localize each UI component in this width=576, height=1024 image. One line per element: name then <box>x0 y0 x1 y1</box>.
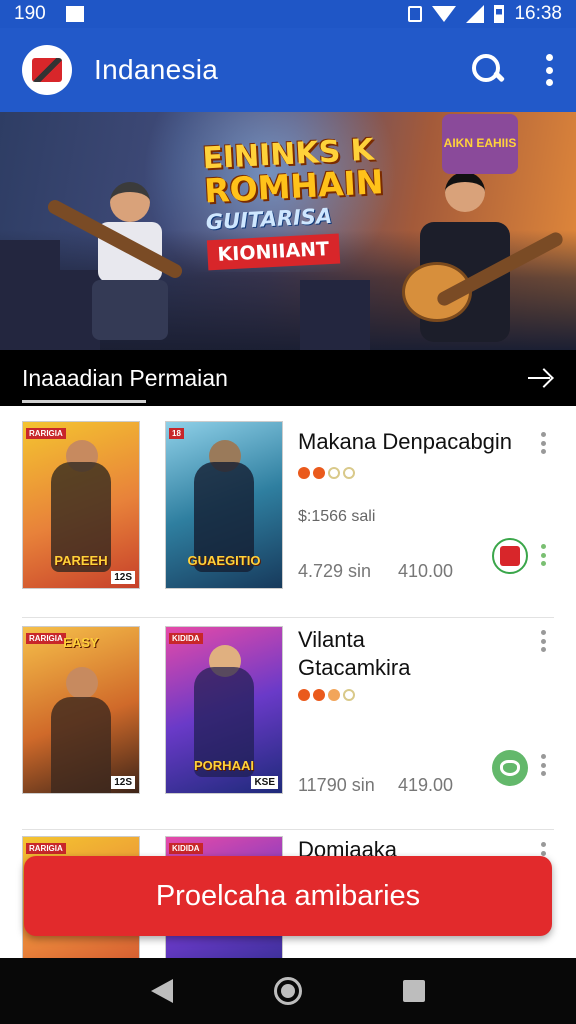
item-title[interactable]: Vilanta <box>298 626 365 654</box>
primary-action-button[interactable]: Proelcaha amibaries <box>24 856 552 936</box>
cover-tag: 18 <box>169 428 184 439</box>
more-vert-icon[interactable] <box>544 54 554 86</box>
section-header: Inaaadian Permaian <box>0 350 576 406</box>
arrow-right-icon[interactable] <box>528 367 554 389</box>
cover-tag: KIDIDA <box>169 843 203 854</box>
item-downloads: 410.00 <box>398 561 454 581</box>
banner-title-line2: ROMHAIN <box>203 162 385 211</box>
cover-tag: RARIGIA <box>26 843 66 854</box>
cover-caption: EASY <box>63 635 99 650</box>
more-vert-icon[interactable] <box>541 754 547 776</box>
item-size: 4.729 sin <box>298 561 372 581</box>
more-vert-icon[interactable] <box>541 432 547 454</box>
section-tab-indicator <box>22 400 146 403</box>
vibrate-icon <box>408 6 423 22</box>
app-logo-icon[interactable] <box>22 45 72 95</box>
system-nav-bar <box>0 958 576 1024</box>
app-title: Indanesia <box>94 54 219 85</box>
game-cover-image[interactable]: 18 GUAEGITIO <box>165 421 283 589</box>
age-rating-badge: KSE <box>251 776 278 789</box>
item-size: 11790 sin <box>298 775 375 795</box>
back-icon[interactable] <box>150 979 173 1003</box>
banner-guitarist-left <box>45 172 190 342</box>
section-title: Inaaadian Permaian <box>22 364 228 391</box>
list-item[interactable]: RARIGIA PAREEH 12S 18 GUAEGITIO Makana D… <box>0 406 576 618</box>
age-rating-badge: 12S <box>111 571 135 584</box>
search-icon[interactable] <box>470 52 506 88</box>
hero-banner[interactable]: AIKN EAHIIS EININKS K ROMHAIN GUITARISA … <box>0 112 576 350</box>
age-rating-badge: 12S <box>111 776 135 789</box>
app-bar: Indanesia <box>0 28 576 112</box>
more-vert-icon[interactable] <box>541 544 547 566</box>
status-bar: 190 16:38 <box>0 0 576 28</box>
cover-caption: PORHAAI <box>194 758 254 773</box>
game-cover-image[interactable]: RARIGIA EASY 12S <box>22 626 140 794</box>
recents-icon[interactable] <box>403 980 426 1002</box>
cover-caption: GUAEGITIO <box>187 553 261 568</box>
rating-stars <box>298 689 355 701</box>
cover-caption: PAREEH <box>54 553 108 568</box>
banner-title: EININKS K ROMHAIN GUITARISA KIONIIANT <box>202 133 385 271</box>
rating-stars <box>298 467 355 479</box>
wifi-icon <box>432 6 457 22</box>
publisher-badge-icon[interactable] <box>492 538 528 574</box>
game-cover-image[interactable]: KIDIDA PORHAAI KSE <box>165 626 283 794</box>
list-item[interactable]: RARIGIA EASY 12S KIDIDA PORHAAI KSE Vila… <box>0 618 576 830</box>
status-time: 16:38 <box>514 3 562 24</box>
signal-icon <box>466 5 485 23</box>
item-downloads: 419.00 <box>398 775 454 795</box>
banner-corner-badge: AIKN EAHIIS <box>442 114 518 174</box>
item-subtitle[interactable]: Gtacamkira <box>298 654 410 682</box>
status-left-text: 190 <box>14 3 46 24</box>
item-price: $:1566 sali <box>298 508 376 525</box>
cover-tag: RARIGIA <box>26 428 66 439</box>
battery-icon <box>494 5 505 23</box>
cover-tag: KIDIDA <box>169 633 203 644</box>
item-title[interactable]: Makana Denpacabgin <box>298 428 512 456</box>
home-icon[interactable] <box>273 977 302 1005</box>
banner-guitarist-right <box>390 152 566 350</box>
verified-badge-icon[interactable] <box>492 750 528 786</box>
more-vert-icon[interactable] <box>541 630 547 652</box>
notification-icon <box>65 6 84 22</box>
game-cover-image[interactable]: RARIGIA PAREEH 12S <box>22 421 140 589</box>
